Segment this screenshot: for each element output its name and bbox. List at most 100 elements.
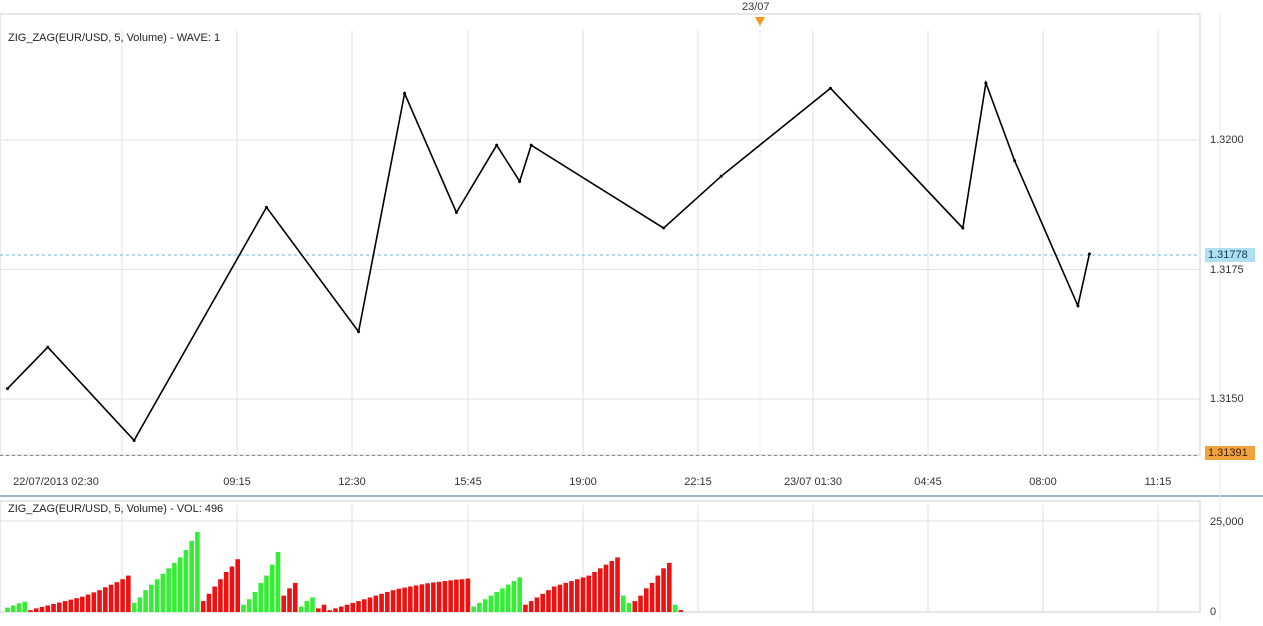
volume-bar (333, 608, 338, 612)
volume-bar (126, 575, 131, 612)
volume-bar (154, 579, 160, 612)
volume-bar (644, 588, 649, 612)
volume-bar (385, 591, 390, 612)
volume-bar (373, 595, 379, 612)
volume-bar (465, 578, 471, 612)
volume-y-tick-label: 0 (1210, 606, 1217, 618)
volume-bar (551, 586, 557, 612)
volume-bar (56, 602, 62, 612)
zigzag-vertex (403, 91, 407, 95)
zigzag-vertex (518, 179, 522, 183)
volume-bar (580, 577, 586, 612)
volume-bar (252, 591, 258, 612)
volume-bar (649, 582, 655, 612)
volume-bar (528, 601, 534, 612)
volume-bar (661, 568, 666, 612)
volume-bar (408, 586, 413, 612)
x-tick-label: 23/07 01:30 (783, 476, 843, 488)
y-tick-label: 1.3175 (1210, 264, 1244, 276)
volume-bar (74, 598, 79, 612)
volume-bar (68, 599, 74, 612)
volume-bar (304, 601, 310, 612)
volume-bar (166, 568, 171, 612)
x-tick-label: 15:45 (454, 476, 482, 488)
volume-bar (143, 590, 148, 612)
volume-bar (269, 564, 275, 612)
volume-bar (459, 579, 465, 612)
zigzag-vertex (264, 205, 268, 209)
volume-bar (511, 581, 517, 612)
volume-bar (534, 597, 540, 612)
volume-bar (540, 593, 546, 612)
volume-bar (655, 575, 661, 612)
volume-bar (315, 608, 321, 612)
zigzag-vertex (357, 330, 361, 334)
volume-bar (574, 579, 580, 612)
volume-bar (160, 573, 166, 612)
volume-bar (667, 562, 672, 612)
volume-bar (229, 566, 235, 612)
x-tick-label: 04:45 (914, 476, 942, 488)
volume-bar (367, 597, 373, 612)
volume-bar (137, 597, 143, 612)
volume-bar (413, 585, 419, 612)
zigzag-vertex (1076, 304, 1080, 308)
volume-bar (471, 606, 476, 612)
volume-bar (482, 599, 488, 612)
x-tick-label: 12:30 (338, 476, 366, 488)
volume-bar (632, 601, 638, 612)
volume-bar (609, 561, 615, 612)
volume-bar (603, 564, 609, 612)
volume-bar (592, 571, 597, 612)
volume-bar (80, 596, 85, 612)
zigzag-vertex (1087, 252, 1091, 256)
zigzag-vertex (662, 226, 666, 230)
volume-bar (235, 559, 240, 612)
volume-bar (62, 601, 68, 612)
volume-bar (672, 604, 678, 612)
y-tick-label: 1.3200 (1210, 134, 1244, 146)
volume-bar (223, 571, 229, 612)
x-tick-label: 09:15 (223, 476, 251, 488)
zigzag-vertex (1013, 159, 1017, 163)
volume-bar (327, 610, 333, 612)
volume-bar (5, 607, 10, 612)
volume-bar (292, 582, 298, 612)
volume-bar (149, 584, 154, 612)
zigzag-vertex (132, 438, 136, 442)
zigzag-vertex (984, 81, 988, 85)
volume-bar (448, 580, 453, 612)
volume-bar (436, 581, 442, 612)
volume-bar (523, 604, 528, 612)
volume-bar (131, 602, 137, 612)
volume-bar (177, 557, 183, 612)
volume-bar (454, 579, 459, 612)
volume-bar (396, 588, 402, 612)
volume-bar (183, 550, 189, 612)
volume-bar (419, 584, 425, 612)
volume-bar (275, 551, 281, 612)
volume-bar (563, 582, 569, 612)
volume-bar (200, 601, 206, 612)
volume-bar (500, 588, 505, 612)
volume-bar (678, 610, 684, 612)
volume-bar (85, 594, 91, 612)
volume-bar (108, 584, 114, 612)
chart-stage: ZIG_ZAG(EUR/USD, 5, Volume) - WAVE: 1 23… (0, 0, 1263, 621)
volume-bar (425, 583, 430, 612)
volume-bar (218, 579, 223, 612)
volume-bar (431, 582, 436, 612)
x-tick-label: 11:15 (1144, 476, 1172, 488)
volume-bar (350, 602, 356, 612)
volume-bar (10, 605, 16, 612)
price-panel-frame (0, 13, 1201, 456)
volume-bar (390, 590, 396, 612)
zigzag-vertex (961, 226, 965, 230)
volume-bar (402, 587, 407, 612)
volume-y-tick-label: 25,000 (1210, 516, 1244, 528)
zigzag-vertex (454, 211, 458, 215)
volume-bar (488, 595, 494, 612)
volume-bar (28, 610, 33, 612)
volume-bar (505, 584, 511, 612)
volume-bar (362, 599, 367, 612)
